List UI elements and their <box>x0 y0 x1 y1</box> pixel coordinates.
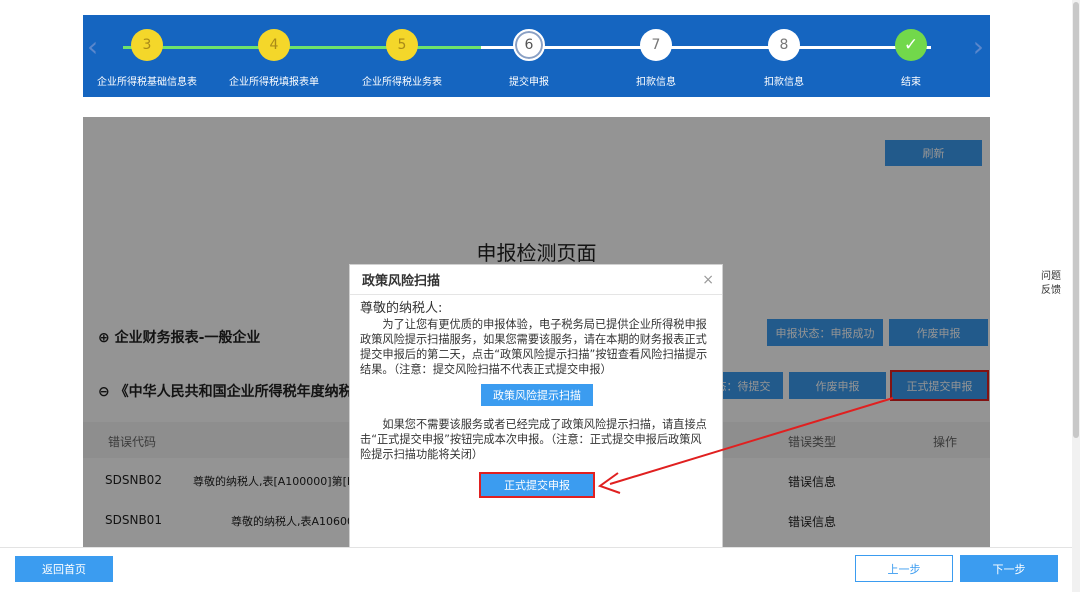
dialog-title: 政策风险扫描 <box>350 265 722 295</box>
back-home-button[interactable]: 返回首页 <box>15 556 113 582</box>
dialog-paragraph-2: 如果您不需要该服务或者已经完成了政策风险提示扫描，请直接点击“正式提交申报”按钮… <box>360 418 707 461</box>
step-label: 结束 <box>901 77 921 88</box>
feedback-widget[interactable]: 问题 反馈 <box>1034 266 1068 302</box>
step-5[interactable]: 5 企业所得税业务表 <box>338 15 466 97</box>
step-3[interactable]: 3 企业所得税基础信息表 <box>83 15 211 97</box>
policy-risk-scan-dialog: 政策风险扫描 × 尊敬的纳税人: 为了让您有更优质的申报体验，电子税务局已提供企… <box>349 264 723 548</box>
step-number: 5 <box>386 29 418 61</box>
step-number: 8 <box>768 29 800 61</box>
step-finish[interactable]: ✓ 结束 <box>847 15 975 97</box>
progress-stepper: ‹ › 3 企业所得税基础信息表 4 企业所得税填报表单 5 企业所得税业务表 … <box>83 15 990 97</box>
step-label: 扣款信息 <box>764 77 804 88</box>
step-number: 6 <box>513 29 545 61</box>
step-label: 提交申报 <box>509 77 549 88</box>
dialog-greeting: 尊敬的纳税人: <box>360 301 443 316</box>
dialog-body: 尊敬的纳税人: 为了让您有更优质的申报体验，电子税务局已提供企业所得税申报政策风… <box>350 295 722 462</box>
previous-step-button[interactable]: 上一步 <box>855 555 953 582</box>
step-8[interactable]: 8 扣款信息 <box>720 15 848 97</box>
next-step-button[interactable]: 下一步 <box>960 555 1058 582</box>
annotation-highlight-box <box>479 472 595 498</box>
check-icon: ✓ <box>895 29 927 61</box>
feedback-label-2: 反馈 <box>1041 285 1061 296</box>
step-label: 企业所得税填报表单 <box>229 77 319 88</box>
close-icon[interactable]: × <box>702 272 714 288</box>
step-7[interactable]: 7 扣款信息 <box>592 15 720 97</box>
step-number: 3 <box>131 29 163 61</box>
step-number: 7 <box>640 29 672 61</box>
policy-risk-scan-button[interactable]: 政策风险提示扫描 <box>481 384 593 406</box>
scrollbar-thumb[interactable] <box>1073 2 1079 438</box>
step-label: 企业所得税业务表 <box>362 77 442 88</box>
step-6[interactable]: 6 提交申报 <box>465 15 593 97</box>
step-label: 企业所得税基础信息表 <box>97 77 197 88</box>
step-4[interactable]: 4 企业所得税填报表单 <box>210 15 338 97</box>
dialog-paragraph-1: 为了让您有更优质的申报体验，电子税务局已提供企业所得税申报政策风险提示扫描服务，… <box>360 318 708 376</box>
feedback-label-1: 问题 <box>1041 271 1061 282</box>
step-number: 4 <box>258 29 290 61</box>
step-label: 扣款信息 <box>636 77 676 88</box>
